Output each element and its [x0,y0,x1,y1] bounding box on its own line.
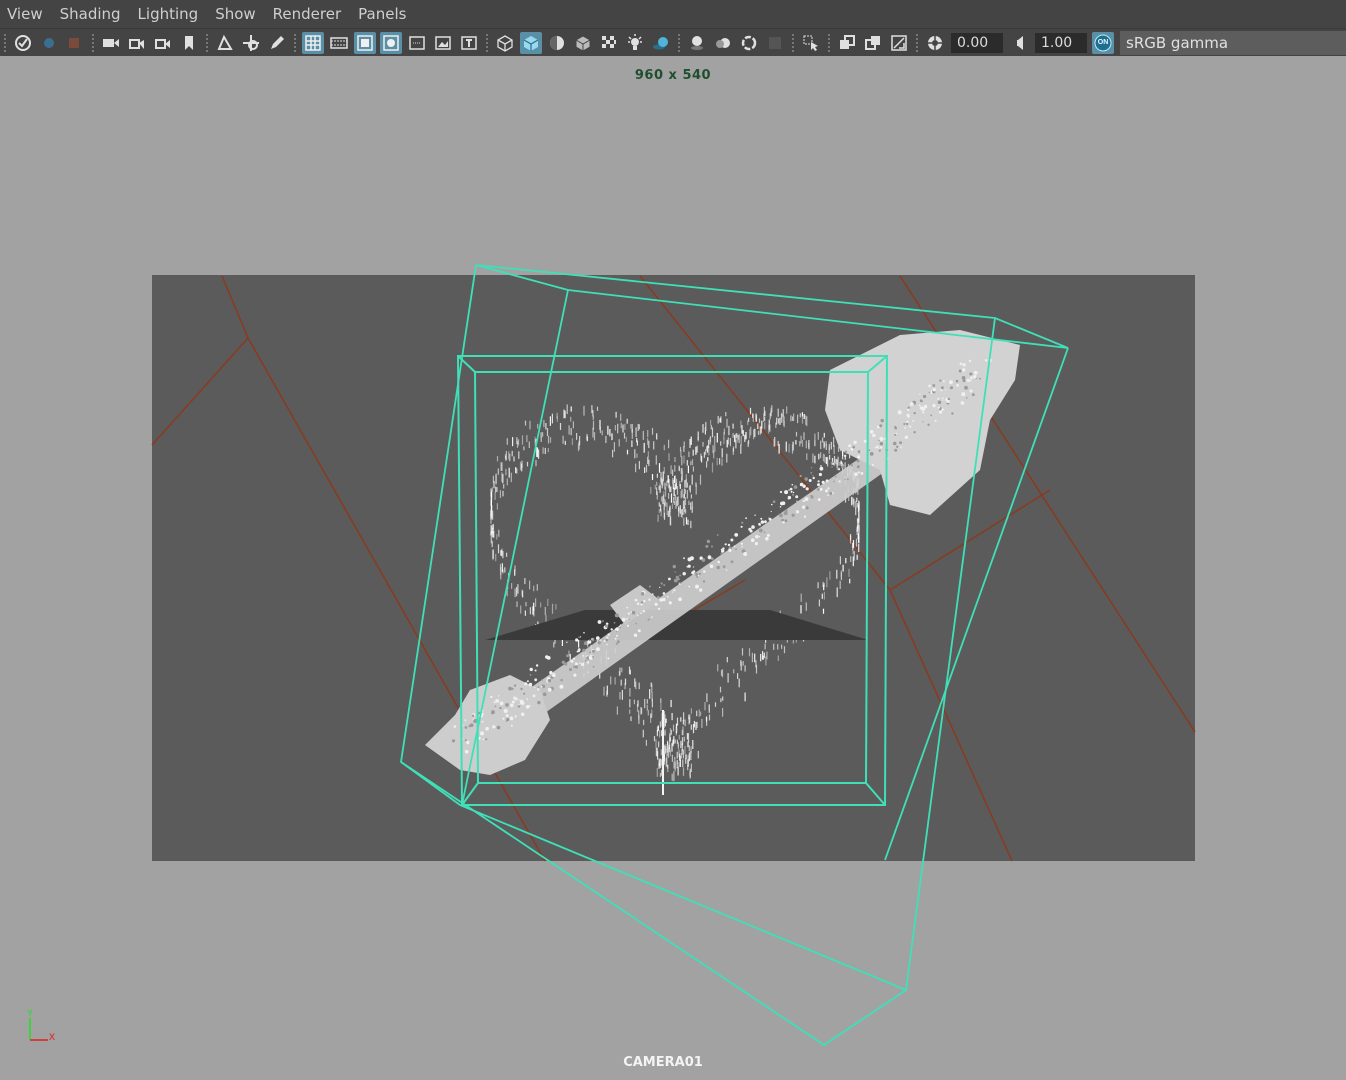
panel-toolbar: 0.00 1.00 ON sRGB gamma [0,28,1346,56]
gamma-icon[interactable] [1008,32,1030,54]
color-management-badge: ON [1097,38,1109,46]
menu-view[interactable]: View [0,0,53,28]
menu-bar: View Shading Lighting Show Renderer Pane… [0,0,1346,28]
exposure-icon[interactable] [924,32,946,54]
bookmark-icon[interactable] [178,32,200,54]
toolbar-separator [916,33,918,52]
menu-panels[interactable]: Panels [351,0,416,28]
viewport-3d[interactable] [0,56,1346,1080]
toolbar-separator [4,33,6,52]
backface-culling-icon[interactable] [888,32,910,54]
grease-pencil-icon[interactable] [266,32,288,54]
safe-action-icon[interactable] [432,32,454,54]
isolate-select-icon[interactable] [800,32,822,54]
toolbar-separator [206,33,208,52]
lights-icon[interactable] [624,32,646,54]
toolbar-separator [828,33,830,52]
gate-mask-icon[interactable] [380,31,402,54]
menu-renderer[interactable]: Renderer [266,0,351,28]
2d-pan-zoom-icon[interactable] [240,32,262,54]
toolbar-separator [486,33,488,52]
camera-attributes-icon[interactable] [64,32,86,54]
default-material-icon[interactable] [546,32,568,54]
select-camera-icon[interactable] [12,32,34,54]
color-management-toggle[interactable]: ON [1092,31,1114,54]
menu-lighting[interactable]: Lighting [131,0,209,28]
smooth-shade-icon[interactable] [520,31,542,54]
grid-icon[interactable] [302,31,324,54]
motion-blur-icon[interactable] [712,32,734,54]
resolution-gate-icon[interactable] [354,31,376,54]
wireframe-on-shaded-icon[interactable] [572,32,594,54]
field-chart-icon[interactable] [406,32,428,54]
axis-gizmo: Y X [22,1008,62,1048]
lock-camera-icon[interactable] [38,32,60,54]
anti-aliasing-icon[interactable] [738,32,760,54]
axis-x-label: X [49,1032,56,1042]
screen-space-ao-icon[interactable] [686,32,708,54]
toolbar-separator [792,33,794,52]
xray-icon[interactable] [836,32,858,54]
camera-icon[interactable] [100,32,122,54]
toolbar-separator [678,33,680,52]
color-space-dropdown[interactable]: sRGB gamma [1120,30,1346,55]
camera-label: CAMERA01 [623,1055,703,1070]
depth-of-field-icon[interactable] [764,32,786,54]
exposure-field[interactable]: 0.00 [951,32,1003,53]
gamma-field[interactable]: 1.00 [1035,32,1087,53]
image-plane-icon[interactable] [214,32,236,54]
textured-icon[interactable] [598,32,620,54]
camera-attributes-icon[interactable] [126,32,148,54]
xray-active-icon[interactable] [862,32,884,54]
film-gate-icon[interactable] [328,32,350,54]
wireframe-icon[interactable] [494,32,516,54]
safe-title-icon[interactable] [458,32,480,54]
toolbar-separator [294,33,296,52]
toolbar-separator [92,33,94,52]
camera-sequence-icon[interactable] [152,32,174,54]
menu-show[interactable]: Show [208,0,265,28]
menu-shading[interactable]: Shading [53,0,131,28]
axis-y-label: Y [27,1008,34,1018]
shadows-icon[interactable] [650,32,672,54]
